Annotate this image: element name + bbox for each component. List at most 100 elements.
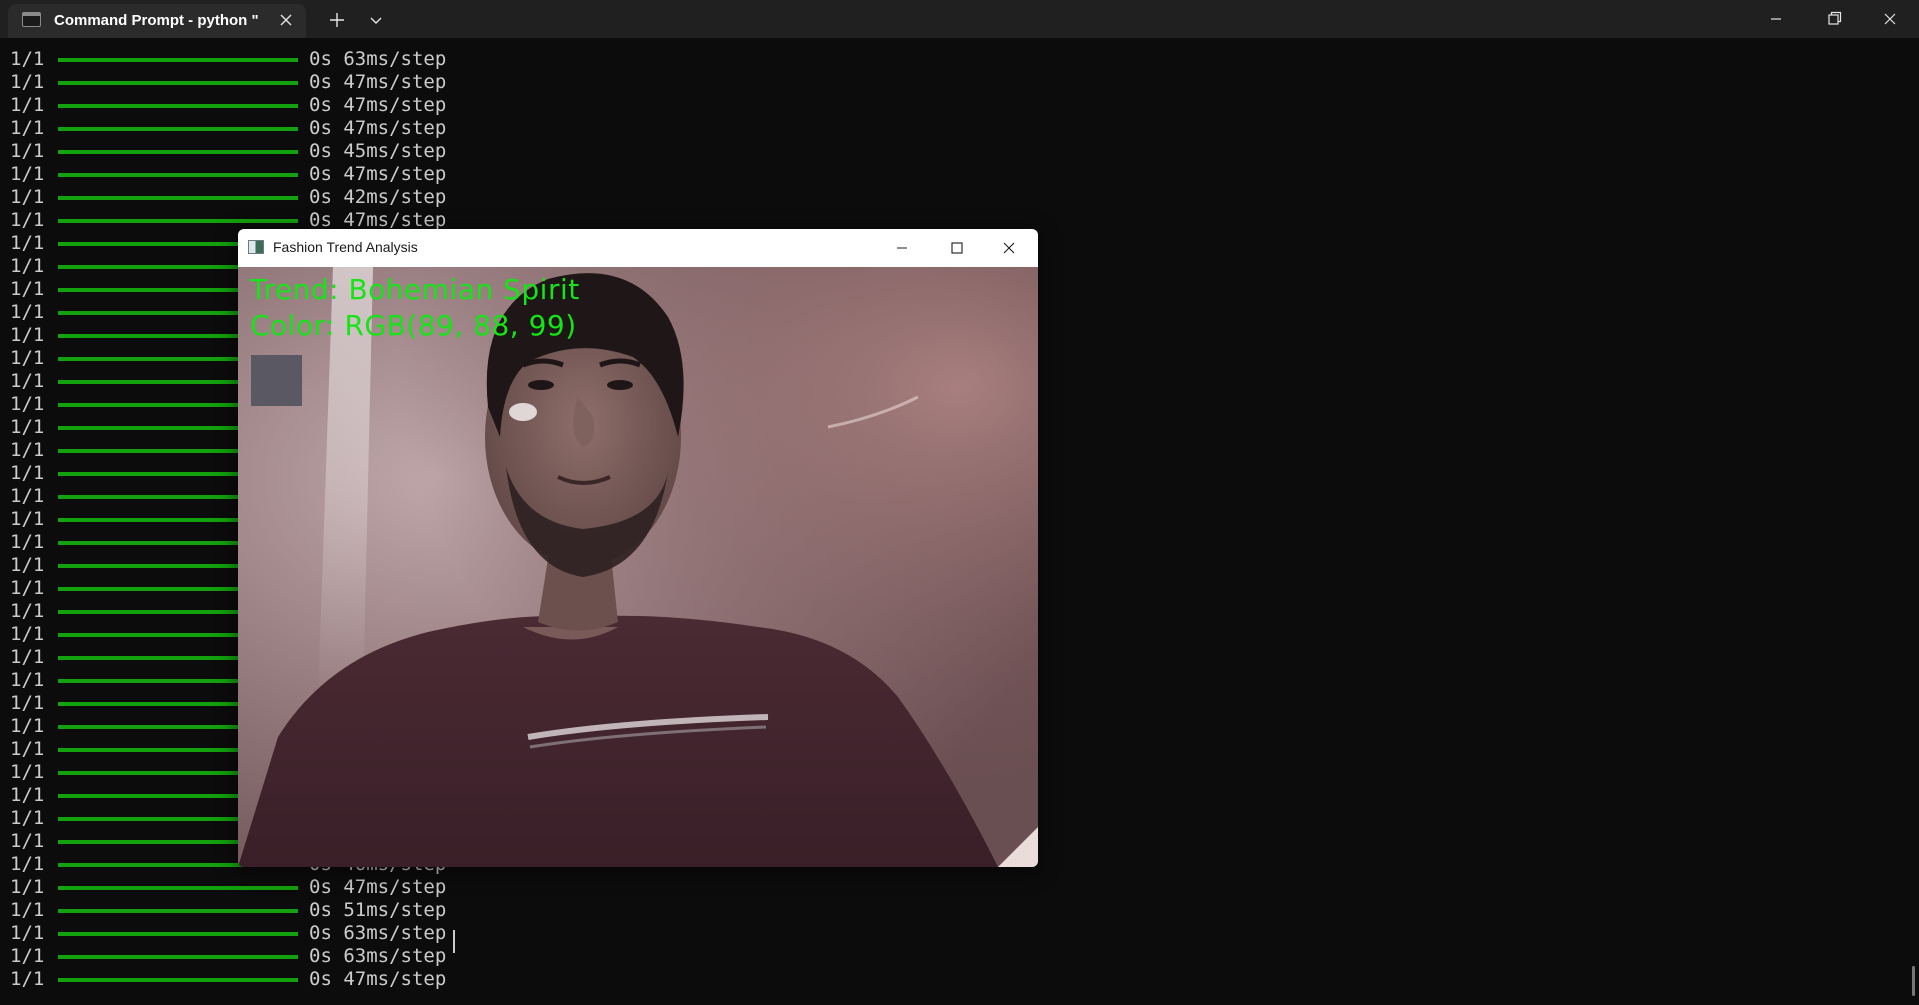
terminal-line: 1/1 0s 47ms/step [0,94,600,117]
desktop-screen: Command Prompt - python " 1/1 0s 63ms/ste… [0,0,1919,1005]
epoch-counter: 1/1 [10,531,45,553]
epoch-counter: 1/1 [10,209,45,231]
step-timing: 0s 47ms/step [309,968,447,990]
epoch-counter: 1/1 [10,968,45,990]
epoch-counter: 1/1 [10,255,45,277]
minimize-icon[interactable] [1747,0,1805,38]
epoch-counter: 1/1 [10,324,45,346]
epoch-counter: 1/1 [10,416,45,438]
epoch-counter: 1/1 [10,853,45,875]
terminal-line: 1/1 0s 42ms/step [0,186,600,209]
terminal-line: 1/1 0s 47ms/step [0,117,600,140]
close-icon[interactable] [1861,0,1919,38]
step-timing: 0s 63ms/step [309,922,447,944]
epoch-counter: 1/1 [10,485,45,507]
epoch-counter: 1/1 [10,140,45,162]
epoch-counter: 1/1 [10,876,45,898]
terminal-line: 1/1 0s 63ms/step [0,48,600,71]
epoch-counter: 1/1 [10,761,45,783]
step-timing: 0s 63ms/step [309,48,447,70]
epoch-counter: 1/1 [10,186,45,208]
cv-minimize-icon[interactable] [873,229,931,267]
progress-bar [58,886,298,890]
step-timing: 0s 47ms/step [309,94,447,116]
epoch-counter: 1/1 [10,232,45,254]
terminal-line: 1/1 0s 51ms/step [0,899,600,922]
terminal-line: 1/1 0s 47ms/step [0,71,600,94]
epoch-counter: 1/1 [10,393,45,415]
epoch-counter: 1/1 [10,163,45,185]
epoch-counter: 1/1 [10,623,45,645]
terminal-line: 1/1 0s 47ms/step [0,876,600,899]
epoch-counter: 1/1 [10,462,45,484]
epoch-counter: 1/1 [10,94,45,116]
webcam-image [238,267,1038,867]
step-timing: 0s 51ms/step [309,899,447,921]
progress-bar [58,909,298,913]
progress-bar [58,978,298,982]
new-tab-plus-icon[interactable] [323,6,351,34]
step-timing: 0s 47ms/step [309,71,447,93]
progress-bar [58,150,298,154]
epoch-counter: 1/1 [10,738,45,760]
chevron-down-icon[interactable] [362,6,390,34]
cv-maximize-icon[interactable] [928,229,986,267]
tab-command-prompt[interactable]: Command Prompt - python " [8,4,306,38]
step-timing: 0s 47ms/step [309,117,447,139]
terminal-line: 1/1 0s 47ms/step [0,163,600,186]
epoch-counter: 1/1 [10,715,45,737]
terminal-titlebar[interactable]: Command Prompt - python " [0,0,1919,38]
epoch-counter: 1/1 [10,117,45,139]
epoch-counter: 1/1 [10,554,45,576]
text-cursor [453,930,455,953]
epoch-counter: 1/1 [10,830,45,852]
epoch-counter: 1/1 [10,945,45,967]
color-label: Color: RGB(89, 88, 99) [250,309,577,342]
epoch-counter: 1/1 [10,899,45,921]
trend-label: Trend: Bohemian Spirit [250,273,580,306]
epoch-counter: 1/1 [10,577,45,599]
webcam-frame: Trend: Bohemian Spirit Color: RGB(89, 88… [238,267,1038,867]
terminal-line: 1/1 0s 63ms/step [0,922,600,945]
cv-window-title: Fashion Trend Analysis [273,239,418,255]
epoch-counter: 1/1 [10,370,45,392]
color-swatch [251,355,302,406]
step-timing: 0s 47ms/step [309,163,447,185]
progress-bar [58,196,298,200]
tab-title: Command Prompt - python " [54,12,259,29]
epoch-counter: 1/1 [10,646,45,668]
epoch-counter: 1/1 [10,71,45,93]
progress-bar [58,173,298,177]
epoch-counter: 1/1 [10,922,45,944]
terminal-line: 1/1 0s 63ms/step [0,945,600,968]
progress-bar [58,58,298,62]
epoch-counter: 1/1 [10,347,45,369]
terminal-line: 1/1 0s 47ms/step [0,968,600,991]
progress-bar [58,81,298,85]
scrollbar-thumb[interactable] [1912,966,1915,996]
restore-icon[interactable] [1805,0,1863,38]
epoch-counter: 1/1 [10,692,45,714]
epoch-counter: 1/1 [10,301,45,323]
fashion-trend-window[interactable]: Fashion Trend Analysis Trend: Bohemian S… [238,229,1038,867]
epoch-counter: 1/1 [10,278,45,300]
epoch-counter: 1/1 [10,439,45,461]
epoch-counter: 1/1 [10,508,45,530]
step-timing: 0s 45ms/step [309,140,447,162]
progress-bar [58,104,298,108]
terminal-icon [22,12,41,27]
progress-bar [58,955,298,959]
step-timing: 0s 63ms/step [309,945,447,967]
step-timing: 0s 47ms/step [309,876,447,898]
app-window-icon [248,240,264,254]
progress-bar [58,127,298,131]
epoch-counter: 1/1 [10,784,45,806]
epoch-counter: 1/1 [10,600,45,622]
terminal-line: 1/1 0s 45ms/step [0,140,600,163]
epoch-counter: 1/1 [10,669,45,691]
epoch-counter: 1/1 [10,48,45,70]
progress-bar [58,219,298,223]
cv-window-titlebar[interactable]: Fashion Trend Analysis [238,229,1038,267]
tab-close-icon[interactable] [274,8,298,32]
cv-close-icon[interactable] [980,229,1038,267]
